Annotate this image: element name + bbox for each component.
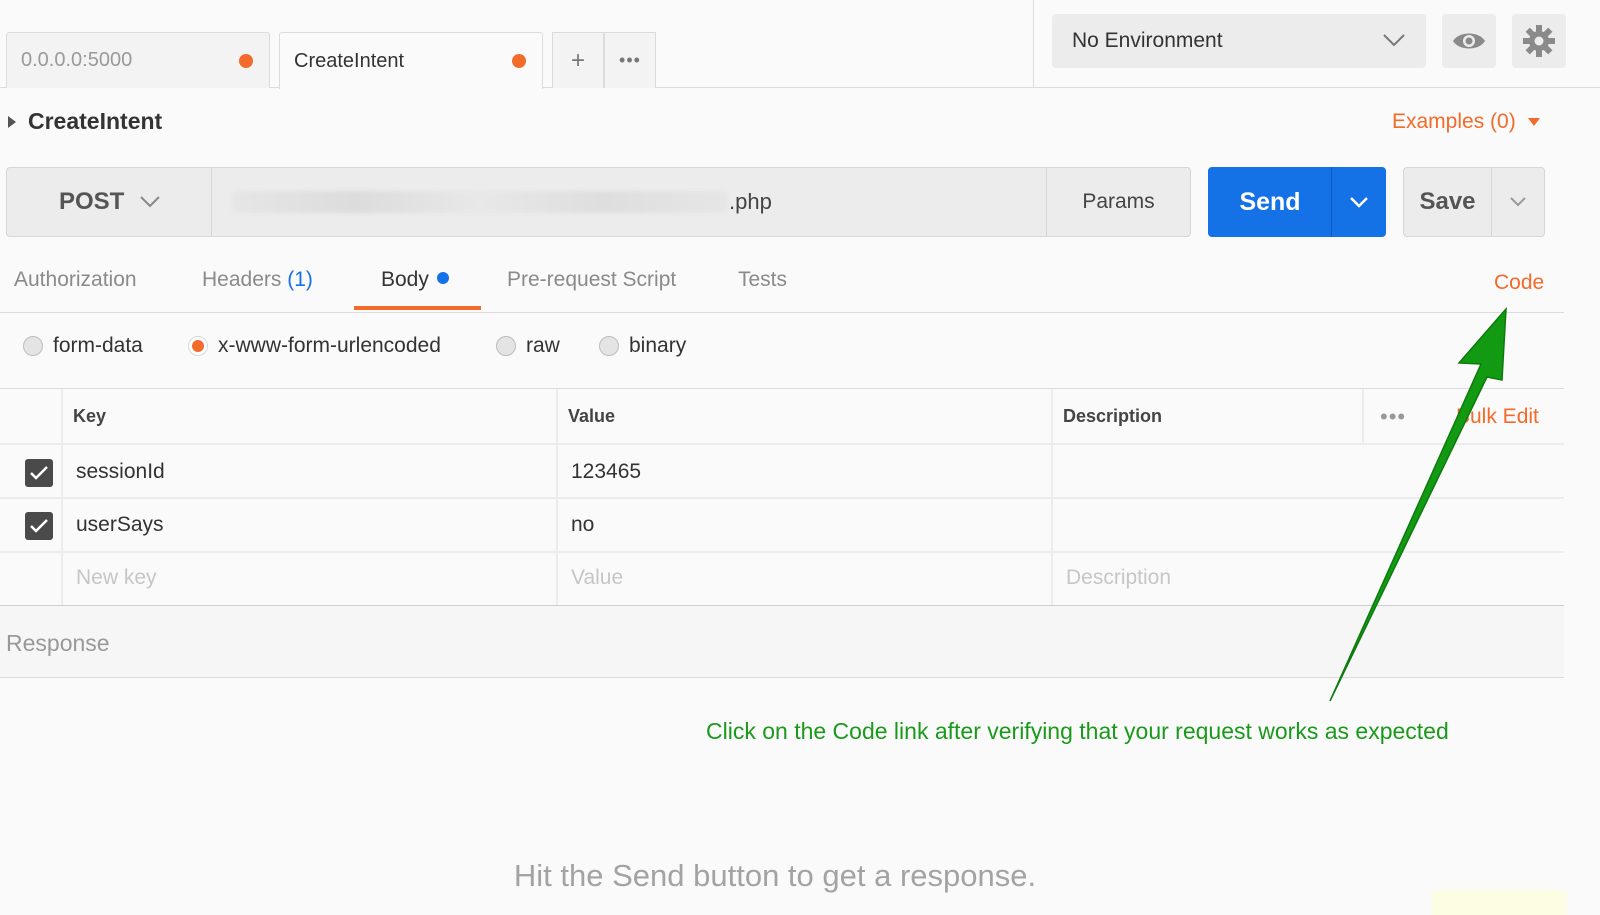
environment-label: No Environment [1072, 29, 1223, 52]
environment-quick-look-button[interactable] [1442, 14, 1496, 68]
plus-icon: + [570, 46, 585, 74]
send-button[interactable]: Send [1208, 167, 1332, 237]
redacted-url [232, 191, 727, 213]
tab-headers[interactable]: Headers (1) [202, 268, 313, 292]
request-tab-title: 0.0.0.0:5000 [21, 49, 133, 71]
gear-icon [1522, 24, 1556, 58]
environment-select[interactable]: No Environment [1052, 14, 1426, 68]
radio-label: binary [629, 334, 687, 357]
radio-circle [23, 336, 43, 356]
checkmark-icon [30, 466, 48, 480]
url-input[interactable]: .php [211, 167, 1047, 237]
annotation-text: Click on the Code link after verifying t… [706, 718, 1449, 744]
save-options-button[interactable] [1491, 167, 1545, 237]
radio-raw[interactable]: raw [496, 334, 560, 358]
new-tab-button[interactable]: + [552, 32, 604, 88]
radio-circle-selected [188, 336, 208, 356]
column-divider [556, 389, 558, 605]
annotation-arrow-icon [1329, 306, 1507, 702]
active-tab-underline [354, 306, 481, 310]
checkmark-icon [30, 519, 48, 533]
caret-down-icon [1527, 118, 1540, 126]
tab-tests[interactable]: Tests [738, 268, 787, 292]
request-tab-title: CreateIntent [294, 49, 405, 72]
radio-binary[interactable]: binary [599, 334, 686, 358]
row-enabled-checkbox[interactable] [25, 512, 53, 540]
examples-label: Examples (0) [1392, 110, 1516, 133]
radio-label: x-www-form-urlencoded [218, 334, 441, 357]
column-header-key: Key [73, 406, 107, 426]
unsaved-indicator [512, 54, 526, 68]
url-suffix: .php [729, 189, 772, 214]
request-tab-active[interactable]: CreateIntent [279, 32, 543, 89]
radio-circle [599, 336, 619, 356]
divider [1033, 0, 1034, 88]
tab-body-label: Body [381, 268, 429, 291]
headers-count: (1) [287, 268, 313, 291]
tab-headers-label: Headers [202, 268, 282, 291]
column-divider [1051, 389, 1053, 605]
column-divider [61, 389, 63, 605]
tab-authorization[interactable]: Authorization [14, 268, 137, 292]
examples-dropdown[interactable]: Examples (0) [1392, 110, 1540, 134]
method-label: POST [59, 188, 125, 215]
row-value[interactable]: 123465 [571, 460, 641, 484]
tab-options-button[interactable]: ••• [604, 32, 656, 88]
tab-body[interactable]: Body [381, 268, 449, 292]
send-options-button[interactable] [1331, 167, 1386, 237]
send-label: Send [1239, 187, 1301, 216]
row-key[interactable]: userSays [76, 513, 164, 537]
row-value[interactable]: no [571, 513, 594, 537]
body-modified-indicator [436, 272, 449, 285]
row-enabled-checkbox[interactable] [25, 459, 53, 487]
chevron-down-icon [1508, 192, 1528, 212]
ellipsis-icon: ••• [619, 50, 641, 70]
request-tab[interactable]: 0.0.0.0:5000 [6, 32, 270, 88]
column-header-description: Description [1063, 406, 1163, 426]
chevron-down-icon [1348, 191, 1370, 213]
settings-button[interactable] [1512, 14, 1566, 68]
request-name[interactable]: CreateIntent [28, 108, 162, 135]
params-button[interactable]: Params [1046, 167, 1191, 237]
radio-urlencoded[interactable]: x-www-form-urlencoded [188, 334, 441, 358]
radio-label: raw [526, 334, 560, 357]
column-header-value: Value [568, 406, 616, 426]
code-link[interactable]: Code [1494, 271, 1544, 295]
save-button[interactable]: Save [1403, 167, 1492, 237]
response-label: Response [6, 630, 110, 656]
tab-pre-request-script[interactable]: Pre-request Script [507, 268, 676, 292]
empty-response-hint: Hit the Send button to get a response. [513, 858, 1037, 893]
radio-label: form-data [53, 334, 143, 357]
new-description-input[interactable]: Description [1066, 566, 1171, 590]
radio-circle [496, 336, 516, 356]
chevron-down-icon [139, 190, 161, 212]
radio-form-data[interactable]: form-data [23, 334, 143, 358]
new-key-input[interactable]: New key [76, 566, 157, 590]
params-label: Params [1082, 190, 1155, 213]
highlight-mark [1432, 890, 1567, 915]
chevron-down-icon [1382, 28, 1406, 52]
unsaved-indicator [239, 53, 253, 68]
eye-icon [1451, 29, 1487, 53]
method-select[interactable]: POST [6, 167, 212, 237]
save-label: Save [1419, 188, 1476, 215]
collapse-caret-icon[interactable] [8, 116, 16, 128]
new-value-input[interactable]: Value [571, 566, 623, 590]
row-key[interactable]: sessionId [76, 460, 165, 484]
